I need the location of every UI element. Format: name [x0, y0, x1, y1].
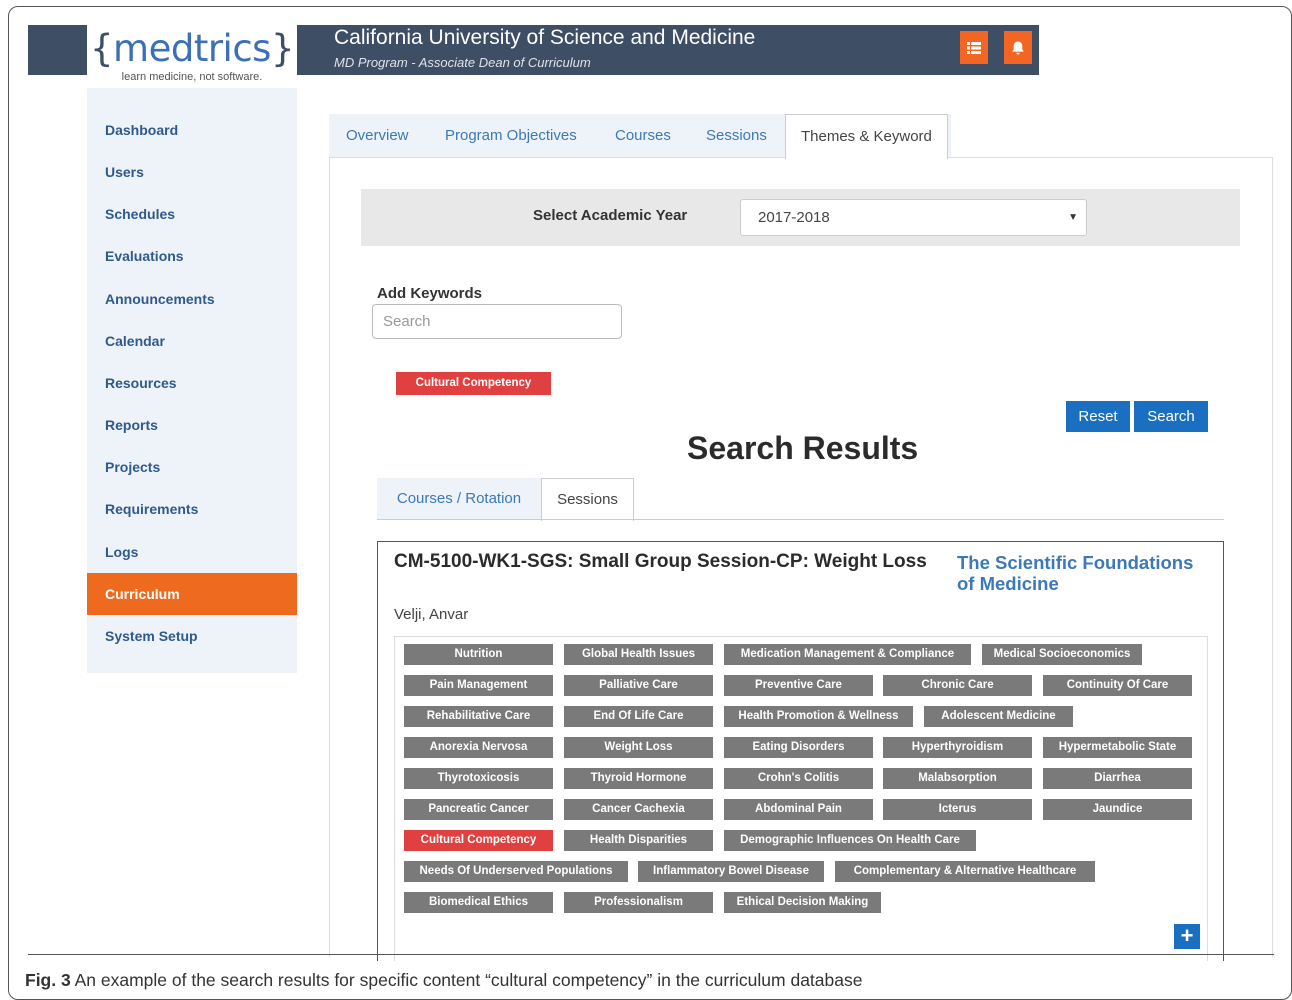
reset-button[interactable]: Reset — [1066, 401, 1130, 432]
notifications-button[interactable] — [1004, 31, 1032, 64]
sidebar-item-projects[interactable]: Projects — [87, 446, 297, 488]
sidebar-item-calendar[interactable]: Calendar — [87, 320, 297, 362]
search-button[interactable]: Search — [1134, 401, 1208, 432]
course-link[interactable]: The Scientific Foundations of Medicine — [957, 552, 1217, 594]
logo[interactable]: {medtrics} learn medicine, not software. — [87, 25, 297, 88]
instructor-name: Velji, Anvar — [394, 606, 469, 623]
keyword-tag[interactable]: Crohn's Colitis — [724, 768, 873, 789]
keyword-tag[interactable]: Ethical Decision Making — [724, 892, 881, 913]
program-subtitle: MD Program - Associate Dean of Curriculu… — [334, 55, 591, 70]
figure-label: Fig. 3 — [25, 970, 71, 990]
tab-result-sessions[interactable]: Sessions — [541, 478, 634, 521]
keyword-tag[interactable]: Nutrition — [404, 644, 553, 665]
figure-caption-text: An example of the search results for spe… — [70, 970, 863, 990]
keyword-tag[interactable]: Demographic Influences On Health Care — [724, 830, 976, 851]
sidebar: Dashboard Users Schedules Evaluations An… — [87, 88, 297, 673]
subtab-divider — [377, 519, 1224, 520]
sidebar-item-reports[interactable]: Reports — [87, 404, 297, 446]
keyword-tag[interactable]: Palliative Care — [564, 675, 713, 696]
keyword-tag[interactable]: Chronic Care — [883, 675, 1032, 696]
course-link-line-2: of Medicine — [957, 573, 1059, 594]
keyword-tag[interactable]: Global Health Issues — [564, 644, 713, 665]
logo-text: medtrics — [113, 27, 271, 70]
selected-keyword-tag[interactable]: Cultural Competency — [396, 372, 551, 395]
keyword-tag[interactable]: Health Disparities — [564, 830, 713, 851]
keyword-tag[interactable]: Cancer Cachexia — [564, 799, 713, 820]
keyword-tag[interactable]: Pain Management — [404, 675, 553, 696]
list-button[interactable] — [960, 31, 988, 64]
logo-brace-left: { — [89, 27, 114, 70]
academic-year-select[interactable]: 2017-2018 ▼ — [740, 199, 1087, 236]
tab-courses-rotation[interactable]: Courses / Rotation — [377, 478, 541, 520]
session-title: CM-5100-WK1-SGS: Small Group Session-CP:… — [394, 551, 927, 572]
keyword-tag[interactable]: Professionalism — [564, 892, 713, 913]
keyword-tag[interactable]: Hypermetabolic State — [1043, 737, 1192, 758]
keyword-tag[interactable]: Adolescent Medicine — [924, 706, 1073, 727]
sidebar-item-schedules[interactable]: Schedules — [87, 193, 297, 235]
logo-tagline: learn medicine, not software. — [121, 71, 263, 83]
keyword-tag-highlighted[interactable]: Cultural Competency — [404, 830, 553, 851]
sidebar-item-system-setup[interactable]: System Setup — [87, 615, 297, 657]
keyword-tag[interactable]: Malabsorption — [883, 768, 1032, 789]
sidebar-item-users[interactable]: Users — [87, 151, 297, 193]
keyword-tag[interactable]: Anorexia Nervosa — [404, 737, 553, 758]
tab-courses[interactable]: Courses — [615, 114, 671, 158]
keyword-tag[interactable]: Thyrotoxicosis — [404, 768, 553, 789]
keyword-tag[interactable]: Weight Loss — [564, 737, 713, 758]
keyword-tag[interactable]: Abdominal Pain — [724, 799, 873, 820]
search-results-title: Search Results — [687, 430, 919, 466]
keyword-tag[interactable]: Jaundice — [1043, 799, 1192, 820]
add-keyword-button[interactable]: + — [1174, 924, 1200, 949]
keyword-tag[interactable]: Thyroid Hormone — [564, 768, 713, 789]
keyword-tag[interactable]: Eating Disorders — [724, 737, 873, 758]
academic-year-value: 2017-2018 — [758, 209, 830, 226]
keyword-tag[interactable]: End Of Life Care — [564, 706, 713, 727]
tab-themes-keyword[interactable]: Themes & Keyword — [785, 114, 948, 159]
sidebar-item-announcements[interactable]: Announcements — [87, 278, 297, 320]
keyword-tag[interactable]: Hyperthyroidism — [883, 737, 1032, 758]
add-keywords-label: Add Keywords — [377, 285, 483, 302]
sidebar-item-curriculum[interactable]: Curriculum — [87, 573, 297, 615]
academic-year-label: Select Academic Year — [533, 207, 688, 224]
sidebar-item-evaluations[interactable]: Evaluations — [87, 235, 297, 277]
keyword-tag[interactable]: Medical Socioeconomics — [982, 644, 1142, 665]
tab-sessions[interactable]: Sessions — [706, 114, 767, 158]
caption-divider — [28, 954, 1274, 955]
figure-caption: Fig. 3 An example of the search results … — [25, 970, 862, 991]
sidebar-item-resources[interactable]: Resources — [87, 362, 297, 404]
tab-program-objectives[interactable]: Program Objectives — [445, 114, 577, 158]
keyword-tag[interactable]: Pancreatic Cancer — [404, 799, 553, 820]
list-icon — [967, 41, 981, 54]
tab-overview[interactable]: Overview — [346, 114, 409, 158]
keyword-tag[interactable]: Icterus — [883, 799, 1032, 820]
keyword-tag[interactable]: Continuity Of Care — [1043, 675, 1192, 696]
keyword-tag[interactable]: Health Promotion & Wellness — [724, 706, 913, 727]
keyword-search-input[interactable] — [372, 304, 622, 339]
sidebar-item-logs[interactable]: Logs — [87, 531, 297, 573]
keyword-tag[interactable]: Diarrhea — [1043, 768, 1192, 789]
keyword-tag[interactable]: Preventive Care — [724, 675, 873, 696]
logo-brace-right: } — [270, 27, 295, 70]
keyword-tag[interactable]: Medication Management & Compliance — [724, 644, 971, 665]
bell-icon — [1012, 41, 1024, 54]
keyword-tag[interactable]: Needs Of Underserved Populations — [404, 861, 628, 882]
sidebar-item-requirements[interactable]: Requirements — [87, 488, 297, 530]
keyword-tag[interactable]: Inflammatory Bowel Disease — [638, 861, 824, 882]
dropdown-caret-icon: ▼ — [1068, 212, 1078, 223]
sidebar-item-dashboard[interactable]: Dashboard — [87, 109, 297, 151]
keyword-tag[interactable]: Biomedical Ethics — [404, 892, 553, 913]
course-link-line-1: The Scientific Foundations — [957, 552, 1194, 573]
institution-title: California University of Science and Med… — [334, 26, 756, 49]
keyword-tag[interactable]: Complementary & Alternative Healthcare — [835, 861, 1095, 882]
keyword-tag[interactable]: Rehabilitative Care — [404, 706, 553, 727]
